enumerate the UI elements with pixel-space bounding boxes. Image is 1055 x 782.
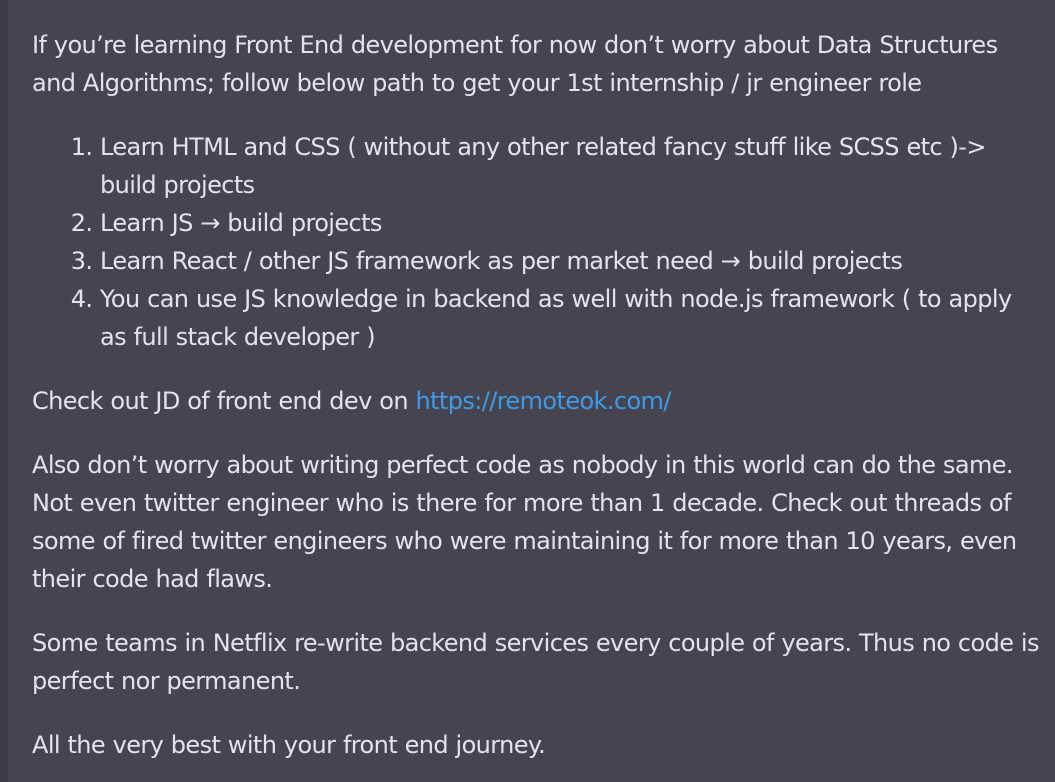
post-body: If you’re learning Front End development… (8, 0, 1055, 782)
perfect-code-paragraph: Also don’t worry about writing perfect c… (32, 451, 1017, 593)
netflix-paragraph: Some teams in Netflix re-write backend s… (32, 629, 1040, 695)
remoteok-link[interactable]: https://remoteok.com/ (415, 387, 671, 415)
learning-path-list: Learn HTML and CSS ( without any other r… (32, 128, 1044, 356)
list-item: Learn HTML and CSS ( without any other r… (100, 128, 1044, 204)
list-item: You can use JS knowledge in backend as w… (100, 280, 1044, 356)
jd-text: Check out JD of front end dev on (32, 387, 416, 415)
list-item: Learn JS → build projects (100, 204, 1044, 242)
jd-paragraph: Check out JD of front end dev on https:/… (32, 382, 1044, 420)
intro-paragraph: If you’re learning Front End development… (32, 31, 998, 97)
list-item: Learn React / other JS framework as per … (100, 242, 1044, 280)
closing-paragraph: All the very best with your front end jo… (32, 731, 546, 759)
